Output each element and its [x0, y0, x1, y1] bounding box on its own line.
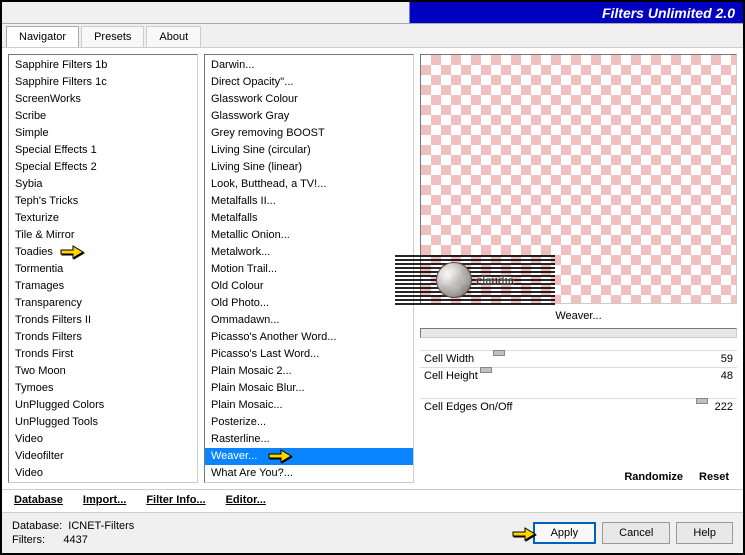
list-item[interactable]: Glasswork Gray: [205, 108, 413, 125]
list-item[interactable]: Picasso's Last Word...: [205, 346, 413, 363]
pointer-hand-icon: [267, 446, 293, 466]
tab-about[interactable]: About: [146, 26, 201, 47]
list-item[interactable]: What Are You?...: [205, 465, 413, 482]
filters-value: 4437: [63, 534, 87, 546]
list-item[interactable]: Metalfalls II...: [205, 193, 413, 210]
tab-navigator[interactable]: Navigator: [6, 26, 79, 47]
list-item[interactable]: Tronds Filters II: [9, 312, 197, 329]
list-item[interactable]: Look, Butthead, a TV!...: [205, 176, 413, 193]
list-item[interactable]: Two Moon: [9, 363, 197, 380]
filters-label: Filters:: [12, 534, 45, 546]
preview-image: [420, 54, 737, 304]
list-item[interactable]: Posterize...: [205, 414, 413, 431]
slider-thumb[interactable]: [696, 398, 708, 404]
pointer-hand-icon: [59, 242, 85, 262]
filter-list-panel: Darwin...Direct Opacity''...Glasswork Co…: [204, 54, 414, 483]
list-item[interactable]: Living Sine (circular): [205, 142, 413, 159]
list-item[interactable]: Toadies: [9, 244, 197, 261]
progress-bar: [420, 328, 737, 338]
slider-label: Cell Edges On/Off: [424, 401, 693, 413]
current-filter-name: Weaver...: [420, 308, 737, 324]
preview-panel: Weaver... Cell Width59Cell Height48Cell …: [420, 54, 737, 483]
slider-row[interactable]: Cell Height48: [420, 367, 737, 384]
list-item[interactable]: Transparency: [9, 295, 197, 312]
slider-row[interactable]: Cell Edges On/Off222: [420, 398, 737, 415]
footer-buttons: Apply Cancel Help: [533, 522, 733, 544]
editor-button[interactable]: Editor...: [226, 494, 266, 506]
list-item[interactable]: Sybia: [9, 176, 197, 193]
apply-button[interactable]: Apply: [533, 522, 597, 544]
tab-presets[interactable]: Presets: [81, 26, 144, 47]
list-item[interactable]: Video: [9, 465, 197, 482]
list-item[interactable]: Plain Mosaic...: [205, 397, 413, 414]
main-area: Sapphire Filters 1bSapphire Filters 1cSc…: [2, 48, 743, 489]
footer-info: Database: ICNET-Filters Filters: 4437: [12, 519, 134, 547]
list-item[interactable]: Tronds First: [9, 346, 197, 363]
footer: Database: ICNET-Filters Filters: 4437 Ap…: [2, 512, 743, 553]
list-item[interactable]: Texturize: [9, 210, 197, 227]
list-item[interactable]: Old Colour: [205, 278, 413, 295]
list-item[interactable]: Weaver...: [205, 448, 413, 465]
list-item[interactable]: Ommadawn...: [205, 312, 413, 329]
slider-value: 59: [693, 353, 733, 365]
list-item[interactable]: Simple: [9, 125, 197, 142]
list-item[interactable]: Metalwork...: [205, 244, 413, 261]
list-item[interactable]: ScreenWorks: [9, 91, 197, 108]
list-item[interactable]: Tramages: [9, 278, 197, 295]
list-item[interactable]: Plain Mosaic Blur...: [205, 380, 413, 397]
list-item[interactable]: Glasswork Colour: [205, 91, 413, 108]
list-item[interactable]: Tronds Filters: [9, 329, 197, 346]
list-item[interactable]: Sapphire Filters 1c: [9, 74, 197, 91]
category-list[interactable]: Sapphire Filters 1bSapphire Filters 1cSc…: [9, 55, 197, 482]
list-item[interactable]: Tormentia: [9, 261, 197, 278]
slider-group: Cell Width59Cell Height48Cell Edges On/O…: [420, 350, 737, 415]
db-value: ICNET-Filters: [68, 520, 134, 532]
import-button[interactable]: Import...: [83, 494, 126, 506]
cancel-button[interactable]: Cancel: [602, 522, 670, 544]
list-item[interactable]: Tymoes: [9, 380, 197, 397]
slider-label: Cell Width: [424, 353, 693, 365]
list-item[interactable]: Metallic Onion...: [205, 227, 413, 244]
list-item[interactable]: Picasso's Another Word...: [205, 329, 413, 346]
list-item[interactable]: Special Effects 1: [9, 142, 197, 159]
filter-info-button[interactable]: Filter Info...: [146, 494, 205, 506]
list-item[interactable]: Video: [9, 431, 197, 448]
slider-thumb[interactable]: [480, 367, 492, 373]
list-item[interactable]: Videofilter: [9, 448, 197, 465]
app-title: Filters Unlimited 2.0: [602, 5, 735, 21]
list-item[interactable]: Tile & Mirror: [9, 227, 197, 244]
list-item[interactable]: Motion Trail...: [205, 261, 413, 278]
db-label: Database:: [12, 520, 62, 532]
list-item[interactable]: Living Sine (linear): [205, 159, 413, 176]
help-button[interactable]: Help: [676, 522, 733, 544]
list-item[interactable]: UnPlugged Colors: [9, 397, 197, 414]
filter-list[interactable]: Darwin...Direct Opacity''...Glasswork Co…: [205, 55, 413, 482]
slider-label: Cell Height: [424, 370, 693, 382]
list-item[interactable]: Special Effects 2: [9, 159, 197, 176]
list-item[interactable]: Plain Mosaic 2...: [205, 363, 413, 380]
tab-bar: NavigatorPresetsAbout: [2, 24, 743, 48]
list-item[interactable]: Direct Opacity''...: [205, 74, 413, 91]
list-item[interactable]: Teph's Tricks: [9, 193, 197, 210]
list-item[interactable]: Sapphire Filters 1b: [9, 57, 197, 74]
slider-row[interactable]: Cell Width59: [420, 350, 737, 367]
randomize-button[interactable]: Randomize: [624, 471, 683, 483]
list-item[interactable]: Scribe: [9, 108, 197, 125]
list-item[interactable]: Old Photo...: [205, 295, 413, 312]
randomize-reset-row: Randomize Reset: [420, 463, 737, 483]
toolbar-row: Database Import... Filter Info... Editor…: [2, 489, 743, 512]
list-item[interactable]: Grey removing BOOST: [205, 125, 413, 142]
list-item[interactable]: Darwin...: [205, 57, 413, 74]
list-item[interactable]: Rasterline...: [205, 431, 413, 448]
list-item[interactable]: UnPlugged Tools: [9, 414, 197, 431]
list-item[interactable]: Metalfalls: [205, 210, 413, 227]
title-bar: Filters Unlimited 2.0: [2, 2, 743, 24]
database-button[interactable]: Database: [14, 494, 63, 506]
reset-button[interactable]: Reset: [699, 471, 729, 483]
category-list-panel: Sapphire Filters 1bSapphire Filters 1cSc…: [8, 54, 198, 483]
slider-thumb[interactable]: [493, 350, 505, 356]
slider-value: 48: [693, 370, 733, 382]
